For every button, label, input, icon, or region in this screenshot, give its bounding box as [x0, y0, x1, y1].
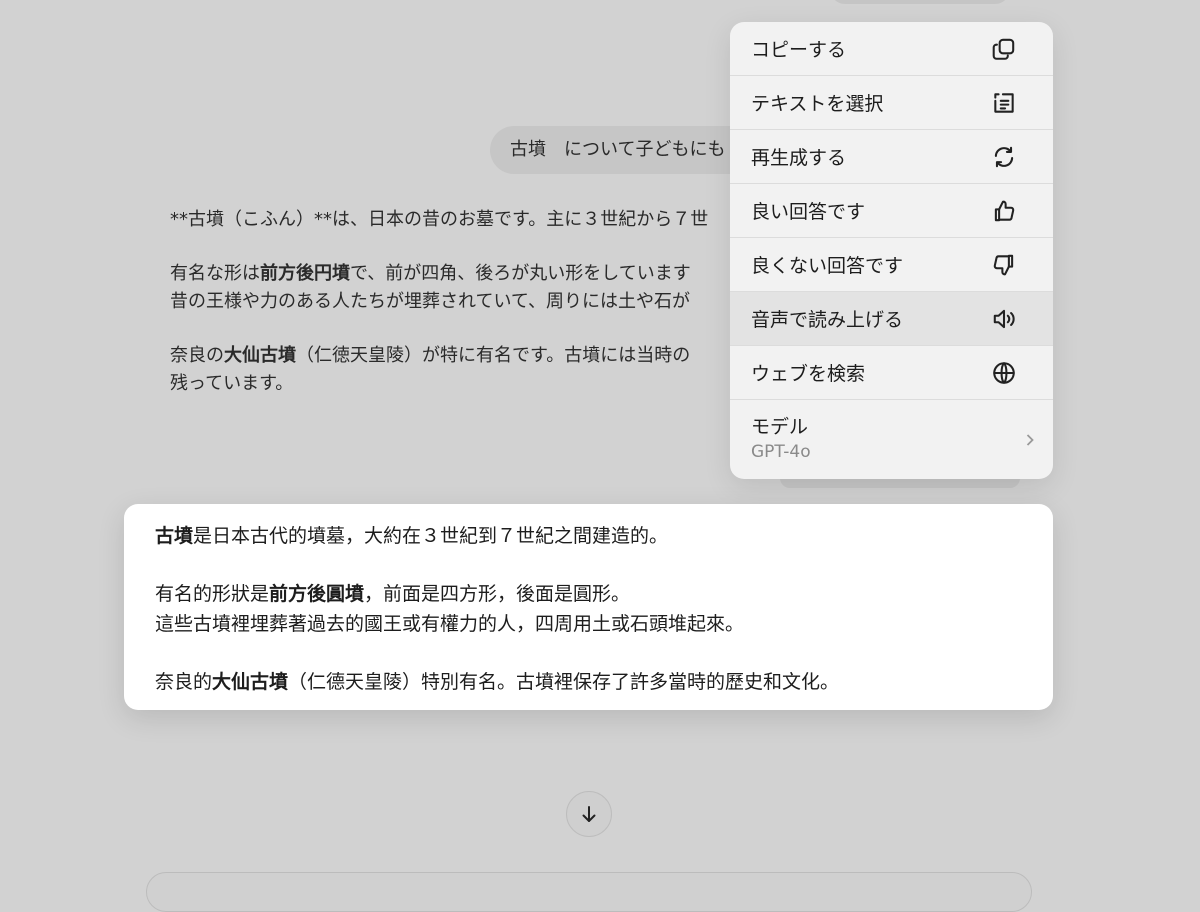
answer-p2-text-c: で、前が四角、後ろが丸い形をしています [350, 263, 691, 284]
translation-p1-text: 是日本古代的墳墓，大約在３世紀到７世紀之間建造的。 [193, 525, 669, 547]
menu-item-read-aloud[interactable]: 音声で読み上げる [730, 292, 1053, 346]
menu-item-label: ウェブを検索 [751, 363, 866, 385]
answer-p3-text-c: （仁徳天皇陵）が特に有名です。古墳には当時の [296, 345, 691, 366]
regenerate-icon [991, 144, 1017, 170]
menu-item-search-web[interactable]: ウェブを検索 [730, 346, 1053, 400]
menu-item-label: 再生成する [751, 147, 847, 169]
select-text-icon [991, 90, 1017, 116]
arrow-down-icon [582, 806, 596, 822]
chevron-right-icon [1023, 430, 1037, 446]
user-message-text: 古墳 について子どもにも [510, 139, 726, 160]
message-composer[interactable] [146, 872, 1032, 912]
answer-paragraph-3: 奈良の大仙古墳（仁徳天皇陵）が特に有名です。古墳には当時の 残っています。 [170, 342, 750, 398]
thumbs-up-icon [991, 198, 1017, 224]
menu-item-select-text[interactable]: テキストを選択 [730, 76, 1053, 130]
translation-p3-text-c: （仁德天皇陵）特別有名。古墳裡保存了許多當時的歷史和文化。 [288, 671, 840, 693]
translation-p2-bold: 前方後圓墳 [269, 583, 365, 605]
answer-p2-text-a: 有名な形は [170, 263, 260, 284]
translation-p2-line1: 有名的形狀是前方後圓墳，前面是四方形，後面是圓形。 [155, 579, 1022, 609]
answer-paragraph-2: 有名な形は前方後円墳で、前が四角、後ろが丸い形をしています 昔の王様や力のある人… [170, 260, 750, 316]
translation-p1-bold: 古墳 [155, 525, 194, 547]
menu-item-good-answer[interactable]: 良い回答です [730, 184, 1053, 238]
speaker-icon [991, 306, 1017, 332]
menu-item-regenerate[interactable]: 再生成する [730, 130, 1053, 184]
answer-p3-bold: 大仙古墳 [224, 345, 296, 366]
answer-p1-text: **古墳（こふん）**は、日本の昔のお墓です。主に３世紀から７世 [170, 209, 709, 230]
answer-p3-line2: 残っています。 [170, 373, 294, 394]
translation-paragraph-2: 有名的形狀是前方後圓墳，前面是四方形，後面是圓形。 這些古墳裡埋葬著過去的國王或… [155, 579, 1022, 639]
answer-p2-bold: 前方後円墳 [260, 263, 350, 284]
menu-item-model[interactable]: モデル GPT-4o [730, 400, 1053, 478]
context-menu: コピーする テキストを選択 再生成する 良い回答です 良くない回答です 音声で読… [730, 22, 1053, 479]
translation-card: 古墳是日本古代的墳墓，大約在３世紀到７世紀之間建造的。 有名的形狀是前方後圓墳，… [124, 504, 1053, 710]
answer-p3-line1: 奈良の大仙古墳（仁徳天皇陵）が特に有名です。古墳には当時の [170, 342, 750, 370]
answer-p2-line1: 有名な形は前方後円墳で、前が四角、後ろが丸い形をしています [170, 260, 750, 288]
assistant-answer: **古墳（こふん）**は、日本の昔のお墓です。主に３世紀から７世 有名な形は前方… [170, 206, 750, 424]
model-value: GPT-4o [751, 442, 811, 462]
menu-item-label: 良い回答です [751, 201, 866, 223]
menu-item-copy[interactable]: コピーする [730, 22, 1053, 76]
translation-p3-text-a: 奈良的 [155, 671, 213, 693]
answer-p2-line2: 昔の王様や力のある人たちが埋葬されていて、周りには土や石が [170, 291, 691, 312]
translation-p3-bold: 大仙古墳 [212, 671, 289, 693]
copy-icon [991, 36, 1017, 62]
answer-paragraph-1: **古墳（こふん）**は、日本の昔のお墓です。主に３世紀から７世 [170, 206, 750, 234]
translation-p2-text-c: ，前面是四方形，後面是圓形。 [364, 583, 631, 605]
translation-p2-text-a: 有名的形狀是 [155, 583, 270, 605]
globe-icon [991, 360, 1017, 386]
answer-p3-text-a: 奈良の [170, 345, 224, 366]
translation-p2-line2: 這些古墳裡埋葬著過去的國王或有權力的人，四周用土或石頭堆起來。 [155, 613, 745, 635]
previous-message-edge [830, 0, 1010, 4]
translation-paragraph-1: 古墳是日本古代的墳墓，大約在３世紀到７世紀之間建造的。 [155, 521, 1022, 551]
translation-paragraph-3: 奈良的大仙古墳（仁德天皇陵）特別有名。古墳裡保存了許多當時的歷史和文化。 [155, 667, 1022, 697]
model-label: モデル [751, 416, 809, 438]
thumbs-down-icon [991, 252, 1017, 278]
menu-item-label: 音声で読み上げる [751, 309, 904, 331]
menu-item-label: 良くない回答です [751, 255, 904, 277]
scroll-to-bottom-button[interactable] [566, 791, 612, 837]
menu-item-label: テキストを選択 [751, 93, 884, 115]
menu-item-bad-answer[interactable]: 良くない回答です [730, 238, 1053, 292]
menu-item-label: コピーする [751, 39, 847, 61]
